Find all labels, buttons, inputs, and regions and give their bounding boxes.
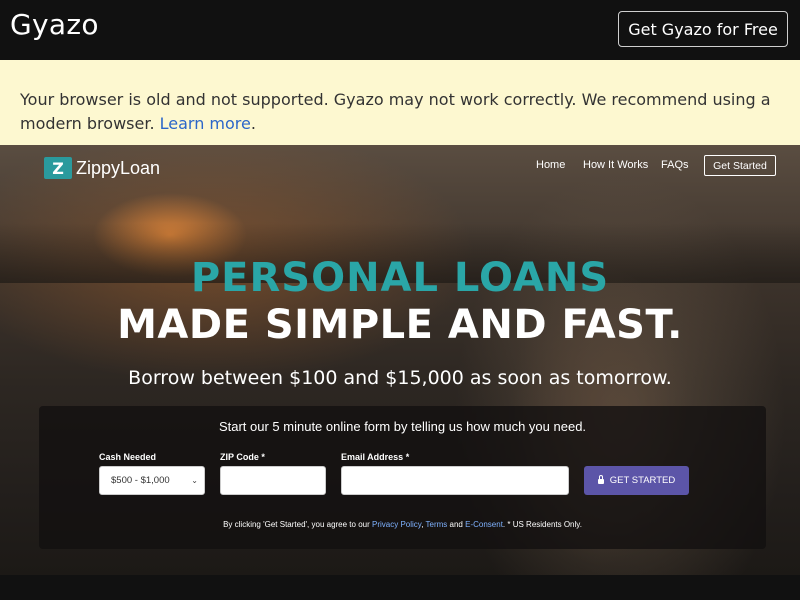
cash-needed-label: Cash Needed	[99, 452, 157, 462]
notice-period: .	[250, 114, 256, 133]
zip-code-label: ZIP Code *	[220, 452, 265, 462]
terms-prefix: By clicking 'Get Started', you agree to …	[223, 520, 370, 529]
gyazo-logo[interactable]: Gyazo	[10, 8, 99, 41]
zip-code-input[interactable]	[220, 466, 326, 495]
terms-link[interactable]: Terms	[426, 520, 448, 529]
nav-faqs[interactable]: FAQs	[661, 159, 689, 171]
zippyloan-logo-icon: Z	[44, 157, 72, 179]
hero-title-line2: MADE SIMPLE AND FAST.	[117, 302, 683, 348]
form-title: Start our 5 minute online form by tellin…	[218, 419, 587, 434]
cash-needed-select[interactable]: $500 - $1,000 ⌄	[99, 466, 205, 495]
hero-section: Z ZippyLoan Home How It Works FAQs Get S…	[0, 145, 800, 575]
get-gyazo-button[interactable]: Get Gyazo for Free	[618, 11, 788, 47]
browser-warning: Your browser is old and not supported. G…	[0, 60, 800, 145]
submit-label: GET STARTED	[609, 475, 676, 486]
chevron-down-icon: ⌄	[191, 476, 198, 485]
gyazo-header: Gyazo Get Gyazo for Free	[0, 0, 800, 60]
notice-text: Your browser is old and not supported. G…	[20, 90, 771, 133]
lock-icon	[597, 475, 604, 484]
page-bottom-strip	[0, 575, 800, 600]
zippyloan-logo-name: ZippyLoan	[76, 157, 161, 178]
zippyloan-logo[interactable]: Z ZippyLoan	[44, 155, 160, 181]
email-input[interactable]	[341, 466, 569, 495]
terms-suffix: . * US Residents Only.	[502, 520, 582, 529]
email-label: Email Address *	[341, 452, 410, 462]
hero-title-line1: PERSONAL LOANS	[190, 255, 610, 301]
privacy-policy-link[interactable]: Privacy Policy	[372, 520, 421, 529]
learn-more-link[interactable]: Learn more	[160, 114, 251, 133]
terms-text: By clicking 'Get Started', you agree to …	[39, 520, 766, 529]
nav-home[interactable]: Home	[536, 159, 565, 171]
get-started-submit-button[interactable]: GET STARTED	[584, 466, 689, 495]
nav-get-started-button[interactable]: Get Started	[704, 155, 776, 176]
e-consent-link[interactable]: E-Consent	[465, 520, 503, 529]
terms-comma: ,	[421, 520, 424, 529]
hero-subtitle: Borrow between $100 and $15,000 as soon …	[128, 367, 672, 389]
terms-and: and	[449, 520, 463, 529]
loan-form-panel: Start our 5 minute online form by tellin…	[39, 406, 766, 549]
cash-needed-value: $500 - $1,000	[111, 475, 170, 486]
nav-how-it-works[interactable]: How It Works	[583, 159, 648, 171]
